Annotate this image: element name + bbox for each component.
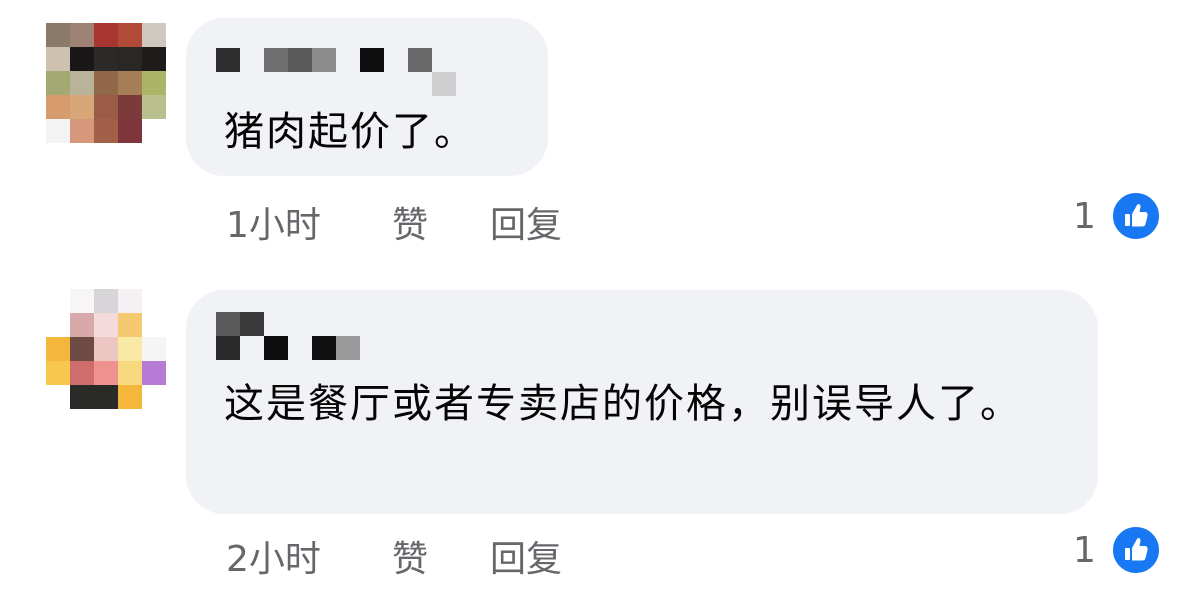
avatar-pixel bbox=[94, 71, 118, 95]
avatar-pixel bbox=[46, 289, 70, 313]
avatar-pixel bbox=[142, 313, 166, 337]
thumbs-up-icon[interactable] bbox=[1110, 190, 1162, 242]
comment-text: 猪肉起价了。 bbox=[224, 109, 476, 155]
avatar[interactable] bbox=[46, 23, 166, 143]
avatar-pixel bbox=[94, 47, 118, 71]
avatar-pixel bbox=[70, 337, 94, 361]
avatar-pixel bbox=[118, 71, 142, 95]
like-count[interactable]: 1 bbox=[1073, 530, 1096, 571]
comment-thread: 猪肉起价了。 1小时 赞 回复 1 这是餐厅或者专卖店的价格，别误导人了。 2小… bbox=[0, 0, 1200, 604]
avatar-pixel bbox=[70, 23, 94, 47]
avatar-pixel bbox=[46, 47, 70, 71]
reply-link[interactable]: 回复 bbox=[490, 196, 562, 248]
avatar-pixel bbox=[70, 361, 94, 385]
like-link[interactable]: 赞 bbox=[392, 196, 428, 248]
avatar-pixel bbox=[118, 313, 142, 337]
avatar-pixel bbox=[142, 47, 166, 71]
avatar-pixel bbox=[94, 361, 118, 385]
avatar-pixel bbox=[94, 119, 118, 143]
avatar-pixel bbox=[94, 289, 118, 313]
avatar-pixel bbox=[118, 385, 142, 409]
avatar-pixel bbox=[118, 119, 142, 143]
avatar-pixel bbox=[142, 289, 166, 313]
avatar-pixel bbox=[46, 337, 70, 361]
avatar-pixel bbox=[118, 289, 142, 313]
avatar-pixel bbox=[46, 71, 70, 95]
avatar-pixel bbox=[118, 95, 142, 119]
avatar-pixel bbox=[46, 23, 70, 47]
avatar-pixel bbox=[118, 361, 142, 385]
comment-time[interactable]: 2小时 bbox=[226, 530, 321, 582]
avatar-pixel bbox=[46, 95, 70, 119]
avatar-pixel bbox=[118, 337, 142, 361]
avatar-pixel bbox=[46, 119, 70, 143]
avatar-pixel bbox=[142, 71, 166, 95]
avatar-pixel bbox=[70, 385, 94, 409]
avatar-pixel bbox=[94, 23, 118, 47]
avatar-pixel bbox=[70, 71, 94, 95]
avatar-pixel bbox=[142, 95, 166, 119]
comment-text: 这是餐厅或者专卖店的价格，别误导人了。 bbox=[224, 381, 1022, 427]
like-link[interactable]: 赞 bbox=[392, 530, 428, 582]
avatar-pixel bbox=[46, 313, 70, 337]
comment-time[interactable]: 1小时 bbox=[226, 196, 321, 248]
reply-link[interactable]: 回复 bbox=[490, 530, 562, 582]
avatar-pixel bbox=[118, 23, 142, 47]
avatar-pixel bbox=[46, 361, 70, 385]
thumbs-up-icon[interactable] bbox=[1110, 524, 1162, 576]
avatar-pixel bbox=[142, 23, 166, 47]
comment-bubble: 这是餐厅或者专卖店的价格，别误导人了。 bbox=[186, 290, 1098, 514]
avatar-pixel bbox=[70, 289, 94, 313]
avatar-pixel bbox=[142, 385, 166, 409]
avatar-pixel bbox=[142, 361, 166, 385]
avatar-pixel bbox=[142, 119, 166, 143]
avatar-pixel bbox=[70, 313, 94, 337]
avatar-pixel bbox=[94, 385, 118, 409]
author-name-redacted[interactable] bbox=[216, 312, 386, 360]
author-name-redacted[interactable] bbox=[216, 48, 456, 96]
avatar-pixel bbox=[94, 95, 118, 119]
avatar-pixel bbox=[94, 337, 118, 361]
avatar-pixel bbox=[94, 313, 118, 337]
avatar-pixel bbox=[70, 47, 94, 71]
avatar-pixel bbox=[142, 337, 166, 361]
avatar-pixel bbox=[70, 95, 94, 119]
avatar-pixel bbox=[70, 119, 94, 143]
like-count[interactable]: 1 bbox=[1073, 196, 1096, 237]
avatar-pixel bbox=[46, 385, 70, 409]
comment-bubble: 猪肉起价了。 bbox=[186, 18, 548, 176]
avatar-pixel bbox=[118, 47, 142, 71]
avatar[interactable] bbox=[46, 289, 166, 409]
